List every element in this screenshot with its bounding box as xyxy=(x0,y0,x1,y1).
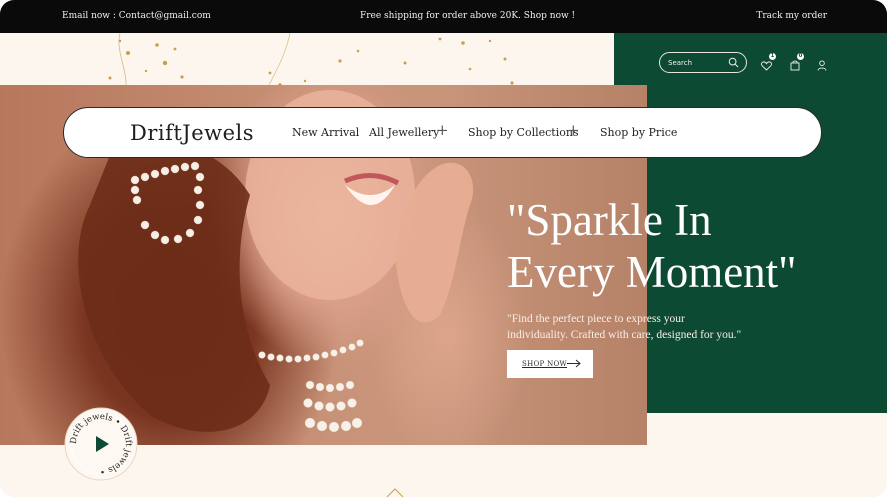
track-order-link[interactable]: Track my order xyxy=(756,11,827,21)
headline-line-1: "Sparkle In xyxy=(507,195,712,245)
arrow-right-icon xyxy=(567,359,581,368)
user-icon xyxy=(817,60,827,71)
search-icon[interactable] xyxy=(728,57,739,68)
announcement-bar: Email now : Contact@gmail.com Free shipp… xyxy=(0,0,887,33)
nav-item-all-jewellery[interactable]: All Jewellery xyxy=(369,126,439,139)
bottom-ornament-icon xyxy=(386,488,404,497)
contact-email-link[interactable]: Email now : Contact@gmail.com xyxy=(62,11,211,21)
page-frame: Email now : Contact@gmail.com Free shipp… xyxy=(0,0,887,497)
heart-icon xyxy=(761,61,772,71)
hero-headline: "Sparkle In Every Moment" xyxy=(507,194,867,298)
shopping-bag-icon xyxy=(790,60,800,71)
main-navigation: DriftJewels New Arrival All Jewellery + … xyxy=(63,107,822,158)
wishlist-button[interactable]: 1 xyxy=(761,53,776,75)
search-box[interactable] xyxy=(659,52,747,73)
wishlist-count-badge: 1 xyxy=(769,53,776,60)
cart-button[interactable]: 0 xyxy=(790,53,804,75)
shop-now-button[interactable]: SHOP NOW xyxy=(507,350,593,378)
nav-item-shop-by-collections[interactable]: Shop by Collections xyxy=(468,126,579,139)
shop-now-label: SHOP NOW xyxy=(522,360,568,368)
gold-speckles-decoration xyxy=(108,33,514,93)
brand-logo[interactable]: DriftJewels xyxy=(130,121,254,145)
nav-item-shop-by-price[interactable]: Shop by Price xyxy=(600,126,677,139)
plus-icon[interactable]: + xyxy=(567,121,580,139)
account-button[interactable] xyxy=(817,56,827,75)
shipping-announcement[interactable]: Free shipping for order above 20K. Shop … xyxy=(360,11,575,21)
play-video-badge[interactable]: Drift jewels • Drift jewels • xyxy=(64,407,138,481)
cart-count-badge: 0 xyxy=(797,53,804,60)
search-input[interactable] xyxy=(668,56,726,69)
hero-subtext: "Find the perfect piece to express your … xyxy=(507,313,742,341)
plus-icon[interactable]: + xyxy=(436,121,449,139)
nav-item-new-arrival[interactable]: New Arrival xyxy=(292,126,359,139)
headline-line-2: Every Moment" xyxy=(507,247,797,297)
